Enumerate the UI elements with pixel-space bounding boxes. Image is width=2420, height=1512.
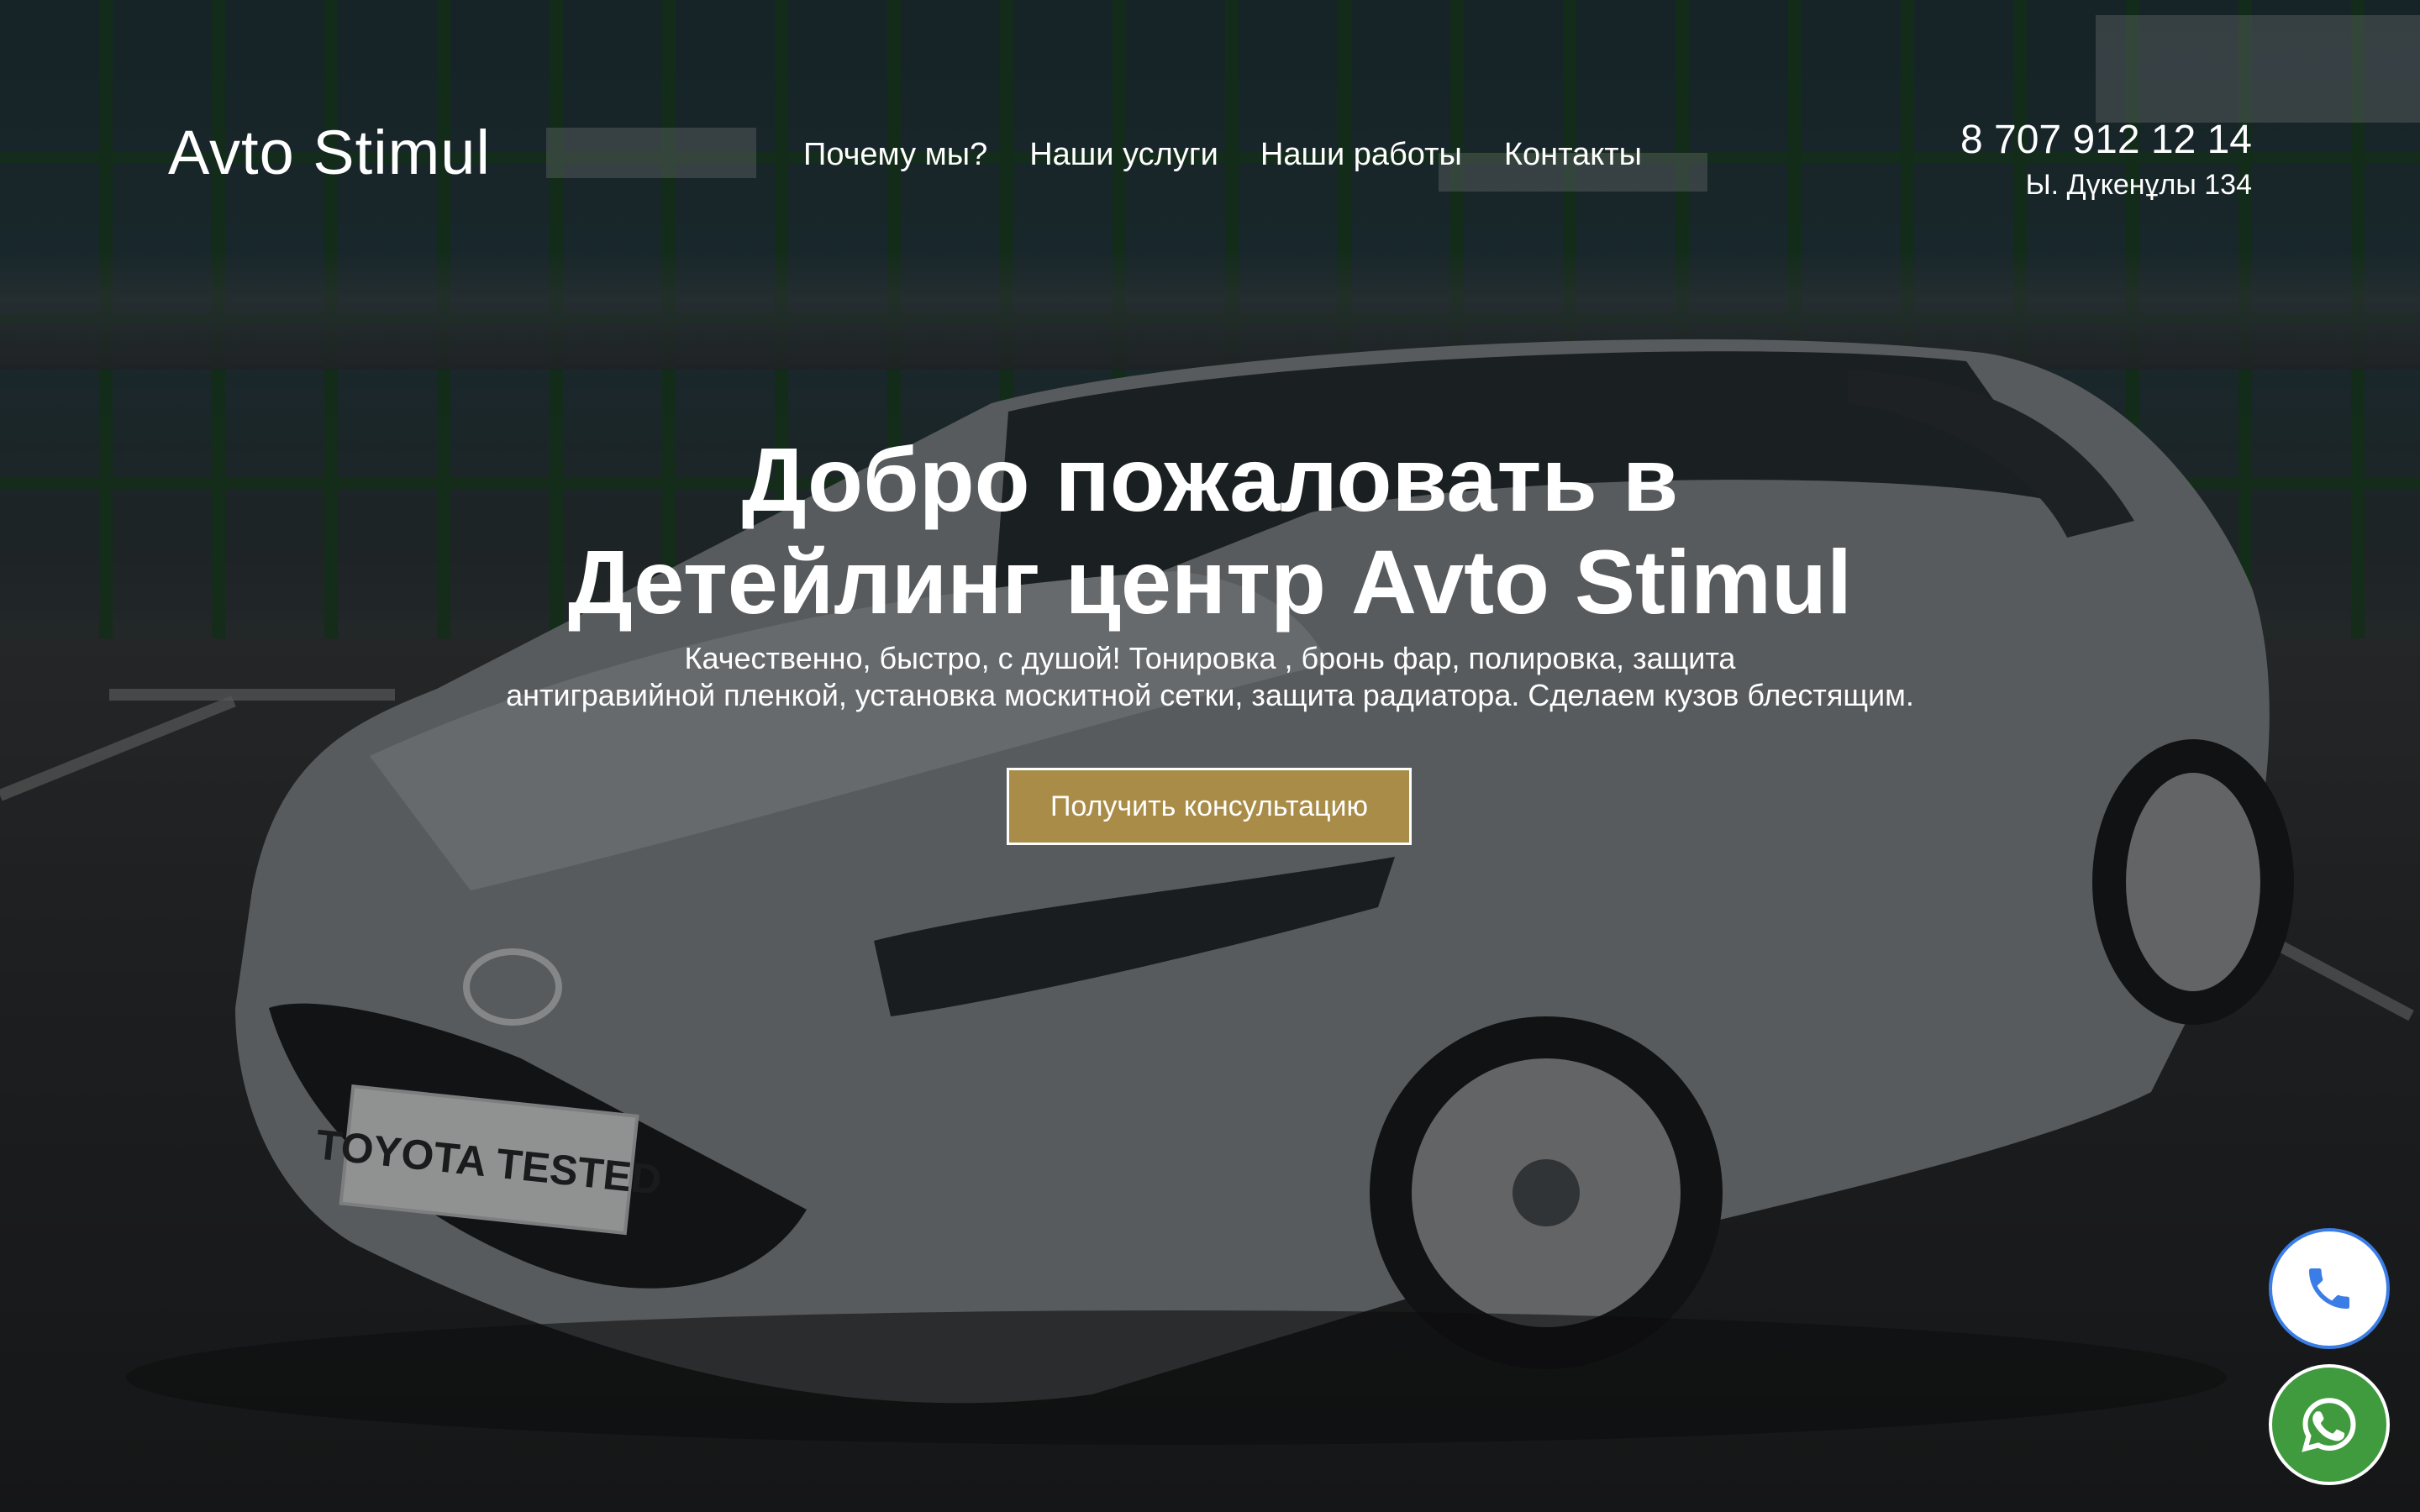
site-logo[interactable]: Avto Stimul xyxy=(168,113,491,193)
phone-icon xyxy=(2309,1268,2349,1309)
whatsapp-button[interactable] xyxy=(2269,1364,2390,1485)
hero-background: TOYOTA TESTED xyxy=(0,0,2420,1512)
dark-overlay xyxy=(0,0,2420,1512)
hero-subtitle: Качественно, быстро, с душой! Тонировка … xyxy=(0,640,2420,714)
hero-title-line: Детейлинг центр Avto Stimul xyxy=(567,531,1853,633)
header-contacts: 8 707 912 12 14 Ы. Дүкенұлы 134 xyxy=(1960,114,2252,203)
call-button[interactable] xyxy=(2269,1228,2390,1349)
nav-item-why-us[interactable]: Почему мы? xyxy=(803,131,987,178)
hero-subtitle-line: антигравийной пленкой, установка москитн… xyxy=(506,678,1914,712)
nav-item-contacts[interactable]: Контакты xyxy=(1504,131,1642,178)
phone-number[interactable]: 8 707 912 12 14 xyxy=(1960,114,2252,166)
main-nav: Почему мы? Наши услуги Наши работы Конта… xyxy=(803,131,1684,178)
consultation-button[interactable]: Получить консультацию xyxy=(1007,768,1412,845)
hero-title-line: Добро пожаловать в xyxy=(741,428,1679,530)
hero-title: Добро пожаловать в Детейлинг центр Avto … xyxy=(0,428,2420,633)
nav-item-services[interactable]: Наши услуги xyxy=(1029,131,1218,178)
whatsapp-icon xyxy=(2302,1398,2356,1452)
hero-subtitle-line: Качественно, быстро, с душой! Тонировка … xyxy=(684,641,1736,675)
nav-item-works[interactable]: Наши работы xyxy=(1260,131,1462,178)
address: Ы. Дүкенұлы 134 xyxy=(2025,169,2252,201)
